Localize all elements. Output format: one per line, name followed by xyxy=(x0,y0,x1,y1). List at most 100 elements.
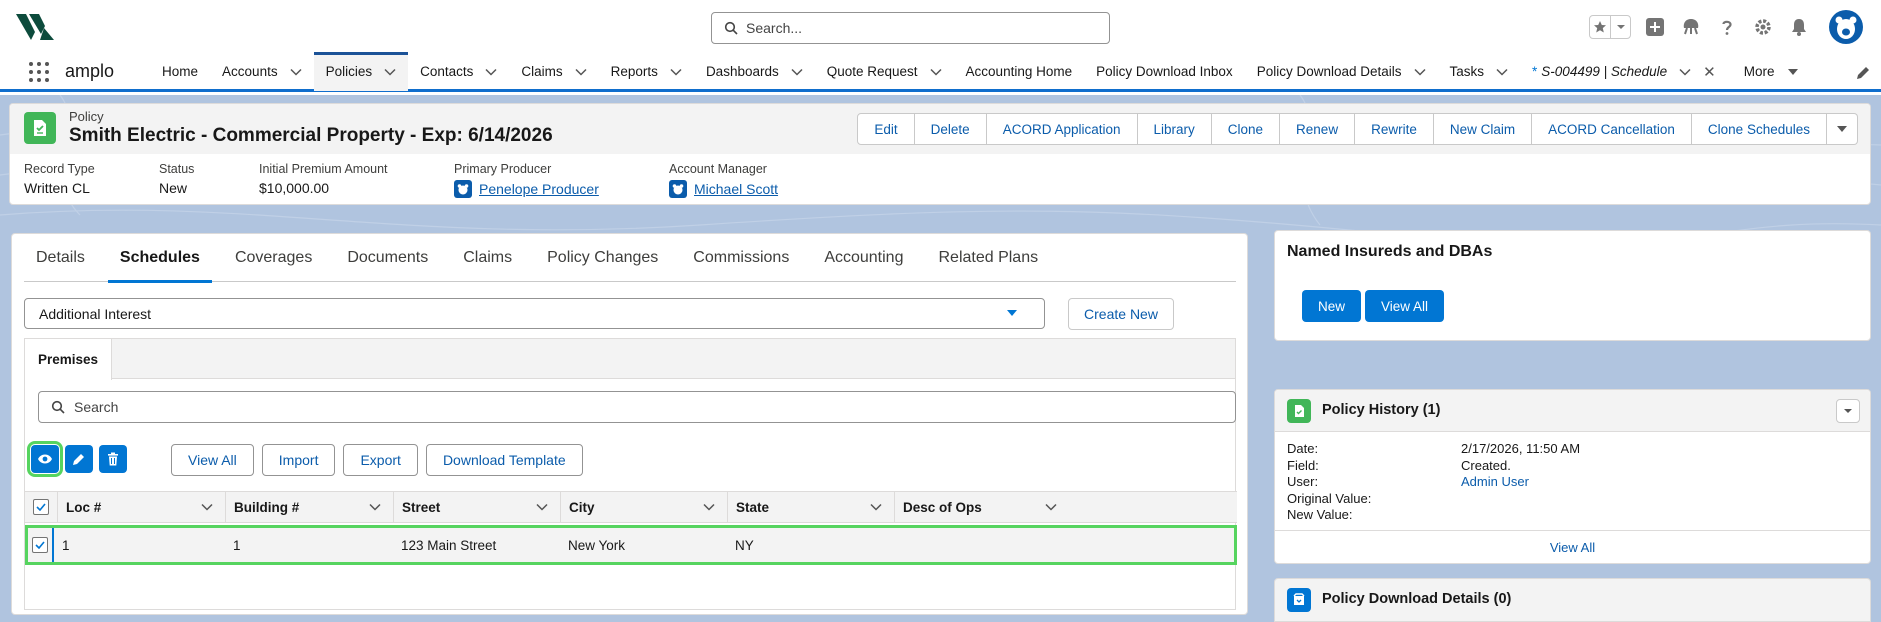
column-header-street[interactable]: Street xyxy=(393,492,560,522)
global-search-input[interactable]: Search... xyxy=(711,12,1110,44)
nav-more[interactable]: More xyxy=(1732,53,1811,91)
cell-city[interactable]: New York xyxy=(560,528,727,562)
chevron-down-icon[interactable] xyxy=(703,503,715,511)
nav-item-home[interactable]: Home xyxy=(150,53,210,91)
delete-button[interactable]: Delete xyxy=(914,113,987,145)
primary-producer-link[interactable]: Penelope Producer xyxy=(479,181,599,197)
tab-commissions[interactable]: Commissions xyxy=(681,234,801,282)
chevron-down-icon[interactable] xyxy=(791,68,803,76)
policy-download-icon xyxy=(1287,588,1311,612)
row-checkbox[interactable] xyxy=(32,537,48,553)
edit-pencil-icon[interactable] xyxy=(65,445,93,473)
tab-accounting[interactable]: Accounting xyxy=(812,234,915,282)
more-actions-chevron-down-icon[interactable] xyxy=(1827,113,1858,145)
subtab-premises[interactable]: Premises xyxy=(25,339,112,380)
edit-nav-pencil-icon[interactable] xyxy=(1855,65,1871,81)
add-icon[interactable] xyxy=(1643,15,1667,39)
field-initial-premium: Initial Premium Amount $10,000.00 xyxy=(259,162,388,196)
user-avatar[interactable] xyxy=(1829,10,1863,44)
cell-desc[interactable] xyxy=(894,528,1069,562)
nav-item-contacts[interactable]: Contacts xyxy=(408,53,509,91)
nav-item-policy-download-inbox[interactable]: Policy Download Inbox xyxy=(1084,53,1245,91)
rewrite-button[interactable]: Rewrite xyxy=(1355,113,1434,145)
chevron-down-icon[interactable] xyxy=(575,68,587,76)
clone-schedules-button[interactable]: Clone Schedules xyxy=(1691,113,1827,145)
column-header-state[interactable]: State xyxy=(727,492,894,522)
table-row[interactable]: 1 1 123 Main Street New York NY xyxy=(25,525,1237,565)
view-all-named-insureds-button[interactable]: View All xyxy=(1365,290,1445,322)
chevron-down-icon[interactable] xyxy=(369,503,381,511)
nav-items: Home Accounts Policies Contacts Claims Report… xyxy=(150,51,1521,91)
tab-claims[interactable]: Claims xyxy=(451,234,524,282)
renew-button[interactable]: Renew xyxy=(1280,113,1356,145)
acord-cancellation-button[interactable]: ACORD Cancellation xyxy=(1532,113,1692,145)
chevron-down-icon[interactable] xyxy=(290,68,302,76)
chevron-down-icon[interactable] xyxy=(1413,68,1426,76)
setup-gear-icon[interactable] xyxy=(1751,15,1775,39)
tab-schedules[interactable]: Schedules xyxy=(107,234,212,283)
amplo-logo[interactable] xyxy=(14,12,56,42)
nav-item-policy-download-details[interactable]: Policy Download Details xyxy=(1245,53,1438,91)
download-template-button[interactable]: Download Template xyxy=(425,444,583,476)
chevron-down-icon[interactable] xyxy=(870,503,882,511)
schedule-type-combobox[interactable]: Additional Interest xyxy=(24,298,1045,329)
column-header-loc[interactable]: Loc # xyxy=(57,492,225,522)
tab-policy-changes[interactable]: Policy Changes xyxy=(535,234,670,282)
chevron-down-icon[interactable] xyxy=(1496,68,1508,76)
schedule-search-input[interactable]: Search xyxy=(38,391,1236,423)
trailhead-icon[interactable] xyxy=(1679,15,1703,39)
delete-trash-icon[interactable] xyxy=(99,445,127,473)
favorites-star-icon[interactable] xyxy=(1590,16,1610,38)
history-user-link[interactable]: Admin User xyxy=(1461,474,1529,489)
cell-building[interactable]: 1 xyxy=(225,528,393,562)
account-manager-link[interactable]: Michael Scott xyxy=(694,181,778,197)
view-eye-icon[interactable] xyxy=(27,441,63,477)
nav-item-tasks[interactable]: Tasks xyxy=(1438,53,1521,91)
new-claim-button[interactable]: New Claim xyxy=(1433,113,1533,145)
column-header-city[interactable]: City xyxy=(560,492,727,522)
app-launcher-icon[interactable] xyxy=(29,61,51,83)
edit-button[interactable]: Edit xyxy=(857,113,915,145)
nav-item-accounting-home[interactable]: Accounting Home xyxy=(954,53,1085,91)
view-all-button[interactable]: View All xyxy=(171,444,254,476)
chevron-down-icon[interactable] xyxy=(485,68,497,76)
tab-documents[interactable]: Documents xyxy=(335,234,440,282)
tab-details[interactable]: Details xyxy=(24,234,97,282)
help-icon[interactable] xyxy=(1715,15,1739,39)
column-header-desc-of-ops[interactable]: Desc of Ops xyxy=(894,492,1069,522)
chevron-down-icon[interactable] xyxy=(670,68,682,76)
nav-item-dashboards[interactable]: Dashboards xyxy=(694,53,815,91)
import-button[interactable]: Import xyxy=(261,444,336,476)
chevron-down-icon[interactable] xyxy=(930,68,942,76)
column-header-building[interactable]: Building # xyxy=(225,492,393,522)
nav-item-policies[interactable]: Policies xyxy=(313,51,409,91)
create-new-button[interactable]: Create New xyxy=(1068,298,1174,330)
library-button[interactable]: Library xyxy=(1137,113,1212,145)
tab-coverages[interactable]: Coverages xyxy=(223,234,324,282)
new-named-insured-button[interactable]: New xyxy=(1302,290,1362,322)
tab-related-plans[interactable]: Related Plans xyxy=(926,234,1050,282)
clone-button[interactable]: Clone xyxy=(1211,113,1281,145)
cell-state[interactable]: NY xyxy=(727,528,894,562)
notification-bell-icon[interactable] xyxy=(1787,15,1811,39)
chevron-down-icon[interactable] xyxy=(201,503,213,511)
nav-item-claims[interactable]: Claims xyxy=(509,53,598,91)
acord-application-button[interactable]: ACORD Application xyxy=(986,113,1138,145)
workspace-tab-schedule[interactable]: * S-004499 | Schedule ✕ xyxy=(1520,53,1728,91)
policy-download-title: Policy Download Details (0) xyxy=(1322,591,1512,607)
chevron-down-icon[interactable] xyxy=(1045,503,1057,511)
cell-street[interactable]: 123 Main Street xyxy=(393,528,560,562)
chevron-down-icon[interactable] xyxy=(384,68,396,76)
export-button[interactable]: Export xyxy=(343,444,418,476)
select-all-checkbox[interactable] xyxy=(33,499,49,515)
chevron-down-icon[interactable] xyxy=(536,503,548,511)
close-tab-icon[interactable]: ✕ xyxy=(1703,63,1716,81)
favorites-chevron-down-icon[interactable] xyxy=(1610,16,1630,38)
chevron-down-icon[interactable] xyxy=(1679,68,1691,76)
cell-loc[interactable]: 1 xyxy=(54,528,225,562)
policy-history-view-all-link[interactable]: View All xyxy=(1275,530,1870,564)
nav-item-reports[interactable]: Reports xyxy=(599,53,694,91)
nav-item-quote-request[interactable]: Quote Request xyxy=(815,53,954,91)
card-menu-chevron-down-icon[interactable] xyxy=(1836,399,1860,423)
nav-item-accounts[interactable]: Accounts xyxy=(210,53,314,91)
